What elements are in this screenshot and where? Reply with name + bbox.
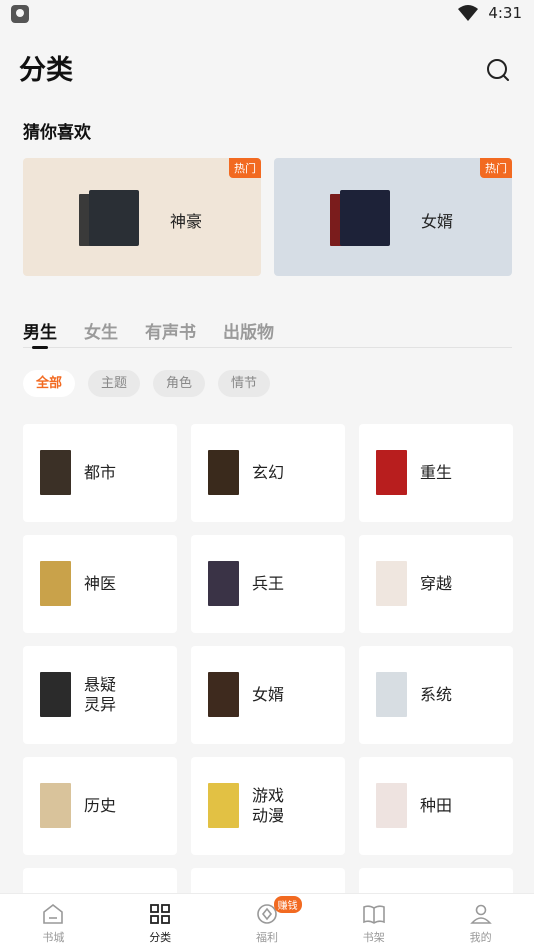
chip-theme[interactable]: 主题: [88, 370, 141, 397]
person-icon: [469, 904, 492, 924]
category-card[interactable]: 重生: [359, 424, 513, 522]
hot-card-label: 神豪: [170, 212, 203, 231]
book-icon: [362, 905, 385, 924]
hot-card-label: 女婿: [421, 212, 454, 231]
hot-card-2[interactable]: 热门 女婿: [274, 158, 512, 276]
hot-badge: 热门: [229, 158, 261, 178]
status-time: 4:31: [488, 4, 522, 22]
filter-chips: 全部 主题 角色 情节: [23, 370, 271, 397]
book-cover: [376, 561, 407, 606]
home-icon: [43, 903, 64, 924]
category-card[interactable]: 神医: [23, 535, 177, 633]
category-label: 种田: [420, 796, 453, 815]
book-cover: [208, 450, 239, 495]
category-card[interactable]: 兵王: [191, 535, 345, 633]
category-label: 神医: [84, 574, 117, 593]
app-notification-icon: [11, 5, 29, 23]
tab-audiobook[interactable]: 有声书: [145, 318, 196, 348]
chip-all[interactable]: 全部: [23, 370, 76, 397]
category-label: 悬疑 灵异: [84, 675, 117, 714]
book-cover-stack: [79, 190, 139, 248]
wifi-icon: [458, 5, 479, 21]
book-cover: [208, 783, 239, 828]
category-card[interactable]: 悬疑 灵异: [23, 646, 177, 744]
chip-role[interactable]: 角色: [153, 370, 206, 397]
hot-card-1[interactable]: 热门 神豪: [23, 158, 261, 276]
category-card[interactable]: 都市: [23, 424, 177, 522]
book-cover: [40, 783, 71, 828]
book-cover: [376, 783, 407, 828]
book-cover: [40, 561, 71, 606]
nav-label: 我的: [469, 931, 492, 944]
bottom-nav: 书城 分类 赚钱 福利 书架 我的: [0, 893, 534, 949]
nav-label: 福利: [255, 931, 278, 944]
category-card[interactable]: 种田: [359, 757, 513, 855]
search-icon[interactable]: [484, 56, 512, 84]
category-card[interactable]: 历史: [23, 757, 177, 855]
nav-category[interactable]: 分类: [107, 894, 214, 949]
status-bar: 4:31: [0, 0, 534, 30]
book-cover: [376, 450, 407, 495]
category-card[interactable]: [23, 868, 177, 894]
grid-icon: [150, 904, 171, 924]
book-cover-stack: [330, 190, 390, 248]
book-cover: [376, 672, 407, 717]
nav-label: 分类: [149, 931, 172, 944]
tab-publication[interactable]: 出版物: [223, 318, 274, 348]
chip-plot[interactable]: 情节: [218, 370, 271, 397]
category-card[interactable]: 游戏 动漫: [191, 757, 345, 855]
book-cover: [208, 672, 239, 717]
category-card[interactable]: 玄幻: [191, 424, 345, 522]
hot-badge: 热门: [480, 158, 512, 178]
page-title: 分类: [19, 55, 73, 86]
category-label: 都市: [84, 463, 117, 482]
nav-label: 书架: [362, 931, 385, 944]
category-card[interactable]: 穿越: [359, 535, 513, 633]
nav-bookshelf[interactable]: 书架: [320, 894, 427, 949]
category-tabs: 男生 女生 有声书 出版物: [23, 318, 512, 349]
recommend-title: 猜你喜欢: [23, 123, 91, 143]
category-card[interactable]: 女婿: [191, 646, 345, 744]
book-cover: [40, 672, 71, 717]
book-cover: [340, 190, 390, 246]
category-label: 兵王: [252, 574, 285, 593]
nav-bookstore[interactable]: 书城: [0, 894, 107, 949]
category-label: 穿越: [420, 574, 453, 593]
earn-badge: 赚钱: [273, 896, 302, 913]
nav-welfare[interactable]: 赚钱 福利: [214, 894, 321, 949]
book-cover: [40, 450, 71, 495]
category-card[interactable]: 系统: [359, 646, 513, 744]
nav-profile[interactable]: 我的: [427, 894, 534, 949]
tab-male[interactable]: 男生: [23, 318, 57, 349]
category-label: 玄幻: [252, 463, 285, 482]
tab-female[interactable]: 女生: [84, 318, 118, 348]
category-card[interactable]: [359, 868, 513, 894]
nav-label: 书城: [42, 931, 65, 944]
book-cover: [89, 190, 139, 246]
category-label: 系统: [420, 685, 453, 704]
category-label: 历史: [84, 796, 117, 815]
book-cover: [208, 561, 239, 606]
category-grid: 都市 玄幻 重生 神医 兵王 穿越 悬疑 灵异 女婿 系统 历史 游戏 动漫 种…: [23, 424, 513, 894]
category-label: 女婿: [252, 685, 285, 704]
category-label: 游戏 动漫: [252, 786, 285, 825]
category-card[interactable]: [191, 868, 345, 894]
category-label: 重生: [420, 463, 453, 482]
